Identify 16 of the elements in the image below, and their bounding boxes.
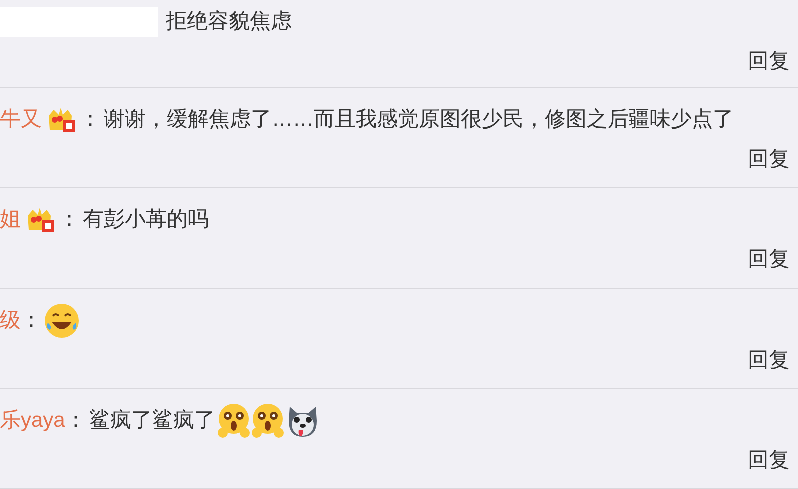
shocked-face-icon — [251, 402, 286, 439]
laughing-face-icon — [44, 302, 80, 339]
shocked-face-icon — [217, 402, 252, 439]
comment-text: 有彭小苒的吗 — [83, 207, 209, 234]
reply-link[interactable]: 回复 — [748, 47, 790, 77]
reply-link[interactable]: 回复 — [748, 245, 790, 276]
reply-link[interactable]: 回复 — [748, 446, 790, 476]
reply-link[interactable]: 回复 — [748, 145, 790, 176]
comment-text: 谢谢，缓解焦虑了……而且我感觉原图很少民，修图之后疆味少点了 — [104, 107, 734, 134]
colon: ： — [59, 207, 80, 234]
reply-link[interactable]: 回复 — [748, 346, 790, 376]
colon: ： — [65, 408, 86, 434]
colon: ： — [80, 107, 101, 134]
colon: ： — [21, 308, 42, 334]
comment-text: 鲨疯了鲨疯了 — [89, 408, 216, 434]
comment-text: 拒绝容貌焦虑 — [166, 9, 292, 35]
